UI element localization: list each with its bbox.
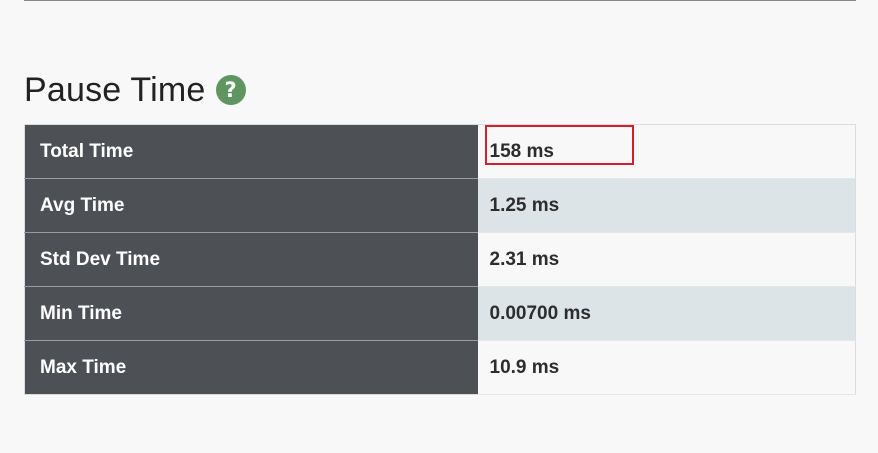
row-label-max-time: Max Time (24, 340, 478, 395)
section-heading: Pause Time ? (24, 68, 246, 112)
row-value-max-time: 10.9 ms (477, 340, 856, 395)
table-row: Avg Time 1.25 ms (24, 178, 856, 233)
top-divider (24, 0, 856, 1)
page-title: Pause Time (24, 70, 206, 109)
table-row: Max Time 10.9 ms (24, 340, 856, 395)
row-value-std-dev-time: 2.31 ms (477, 232, 856, 287)
table-row: Min Time 0.00700 ms (24, 286, 856, 341)
pause-time-table: Total Time 158 ms Avg Time 1.25 ms Std D… (24, 124, 856, 395)
row-label-min-time: Min Time (24, 286, 478, 341)
row-value-avg-time: 1.25 ms (477, 178, 856, 233)
table-row: Total Time 158 ms (24, 124, 856, 179)
row-label-std-dev-time: Std Dev Time (24, 232, 478, 287)
row-label-total-time: Total Time (24, 124, 478, 179)
row-label-avg-time: Avg Time (24, 178, 478, 233)
table-row: Std Dev Time 2.31 ms (24, 232, 856, 287)
row-value-total-time: 158 ms (477, 124, 856, 179)
row-value-min-time: 0.00700 ms (477, 286, 856, 341)
help-question-icon[interactable]: ? (215, 75, 246, 105)
